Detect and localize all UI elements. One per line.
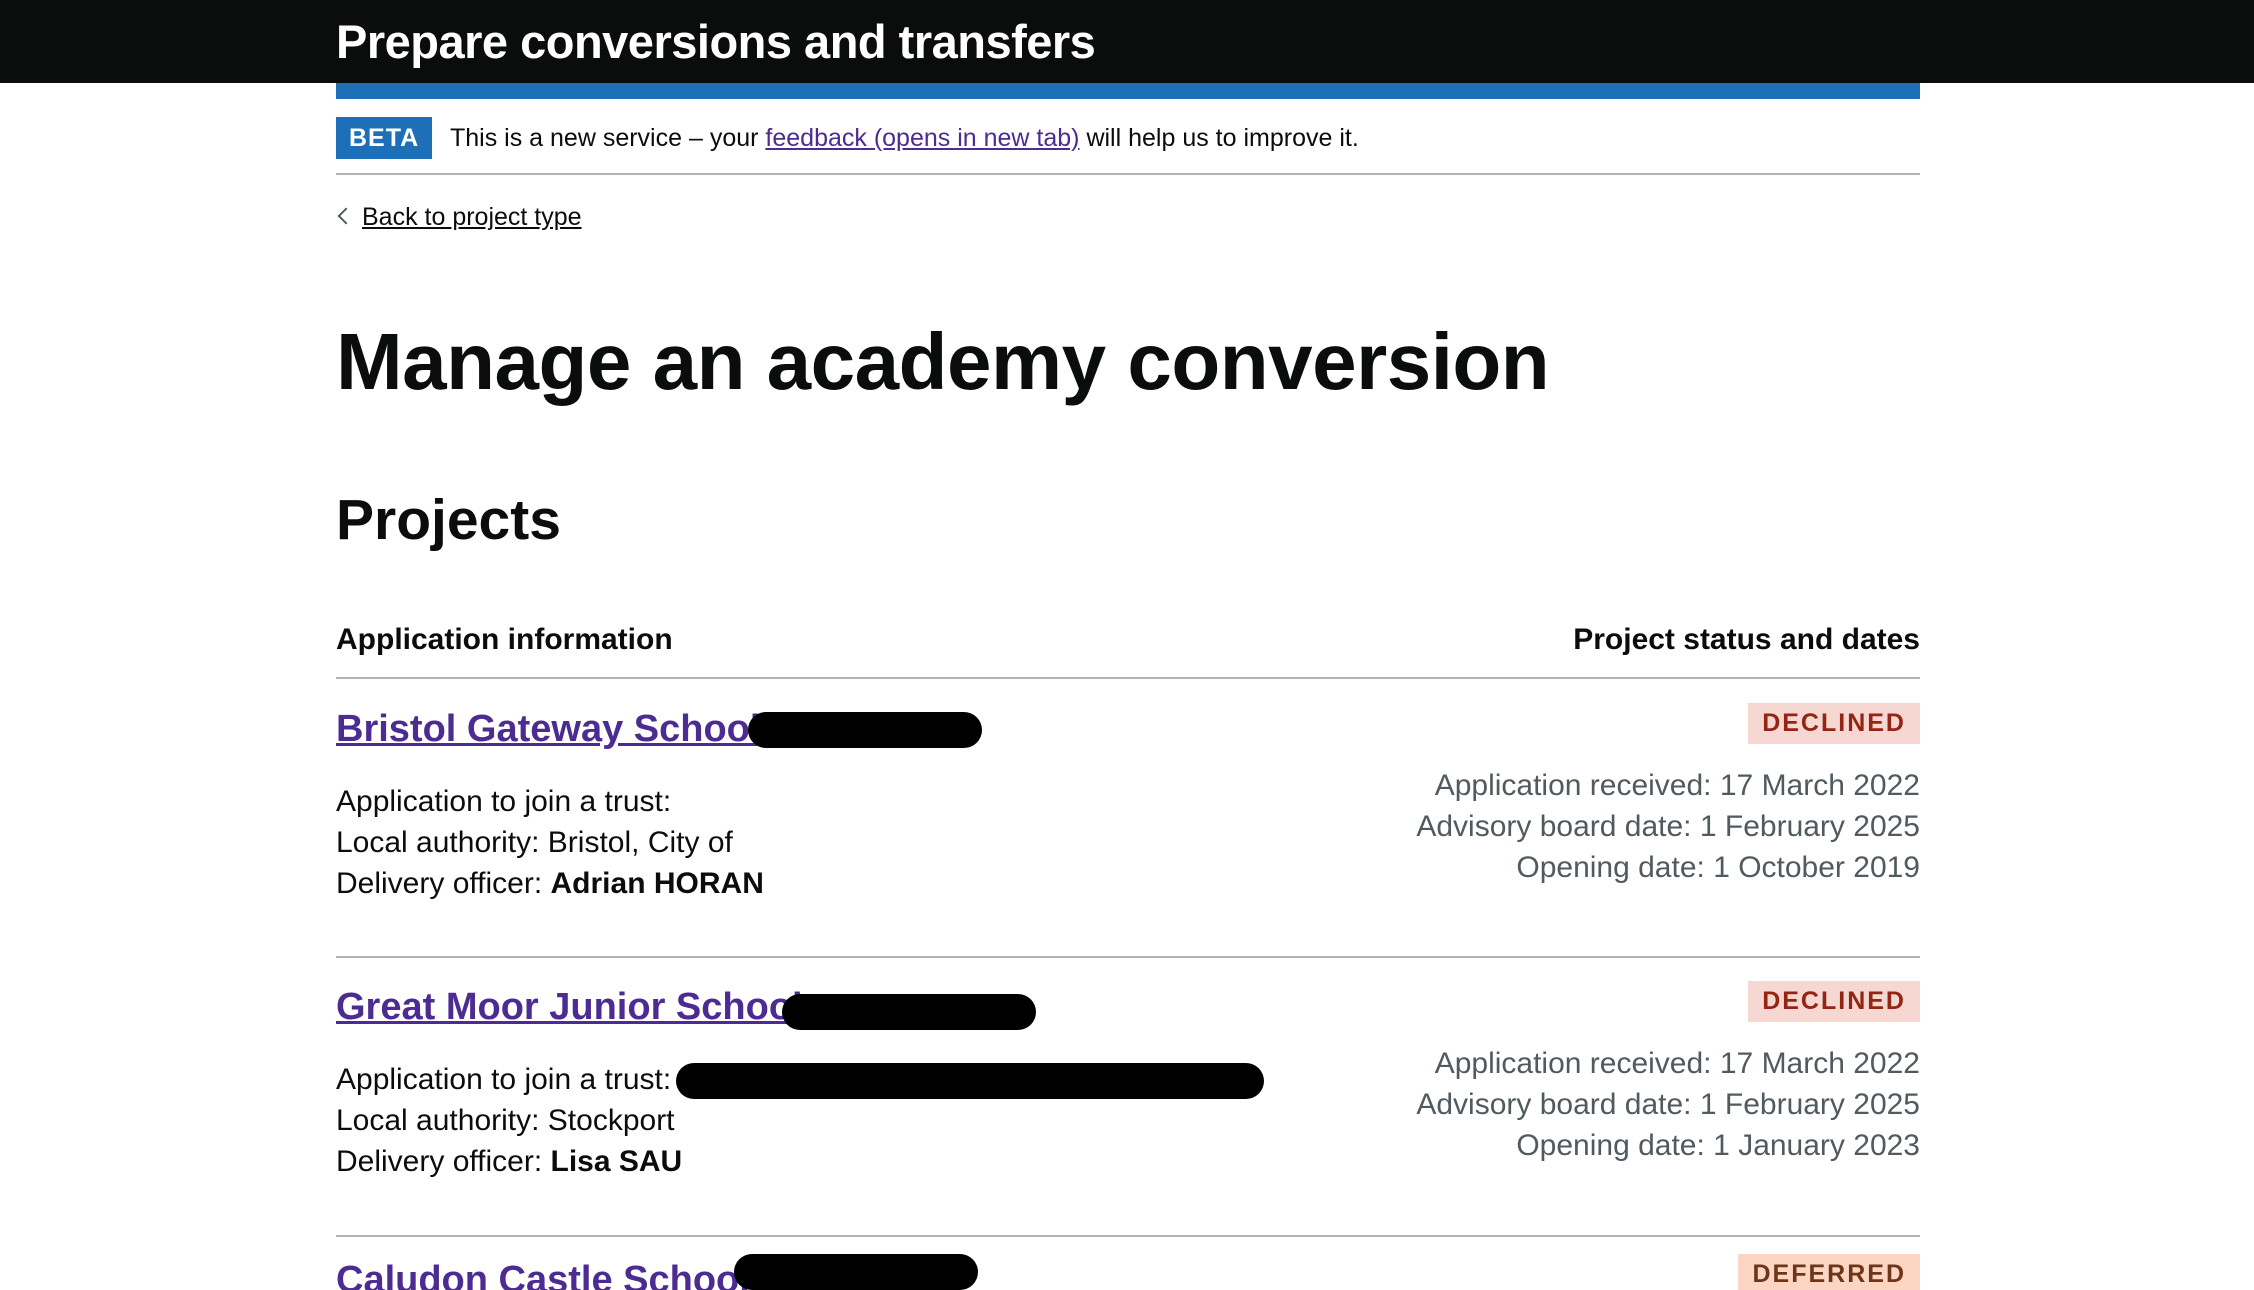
project-info: Application to join a trust: Local autho… <box>336 1059 682 1182</box>
phase-text-before: This is a new service – your <box>450 124 766 152</box>
delivery-officer-value: Lisa SAU <box>550 1145 683 1178</box>
service-name-link[interactable]: Prepare conversions and transfers <box>336 12 1096 72</box>
status-badge: DEFERRED <box>1738 1254 1920 1290</box>
local-authority-line: Local authority: Stockport <box>336 1100 682 1141</box>
redaction-mark <box>676 1063 1264 1099</box>
application-received-label: Application received: <box>1434 1047 1720 1080</box>
status-badge: DECLINED <box>1748 981 1920 1022</box>
advisory-board-date-label: Advisory board date: <box>1416 810 1700 843</box>
header-accent-bar <box>336 83 1920 99</box>
application-received-value: 17 March 2022 <box>1719 1047 1920 1080</box>
phase-text-after: will help us to improve it. <box>1079 124 1359 152</box>
advisory-board-date-label: Advisory board date: <box>1416 1088 1700 1121</box>
phase-banner-text: This is a new service – your feedback (o… <box>450 121 1359 155</box>
application-received-label: Application received: <box>1434 769 1720 802</box>
application-received-value: 17 March 2022 <box>1719 769 1920 802</box>
page-title: Manage an academy conversion <box>336 317 1550 406</box>
delivery-officer-label: Delivery officer: <box>336 1145 551 1178</box>
opening-date-label: Opening date: <box>1516 1129 1714 1162</box>
status-badge: DECLINED <box>1748 703 1920 744</box>
redaction-mark <box>734 1254 978 1290</box>
advisory-board-date-line: Advisory board date: 1 February 2025 <box>1416 1084 1920 1125</box>
local-authority-line: Local authority: Bristol, City of <box>336 822 764 863</box>
local-authority-label: Local authority: <box>336 826 548 859</box>
delivery-officer-line: Delivery officer: Adrian HORAN <box>336 863 764 904</box>
column-header-status: Project status and dates <box>1573 623 1920 656</box>
delivery-officer-label: Delivery officer: <box>336 867 551 900</box>
application-received-line: Application received: 17 March 2022 <box>1416 765 1920 806</box>
advisory-board-date-value: 1 February 2025 <box>1699 1088 1920 1121</box>
opening-date-value: 1 January 2023 <box>1713 1129 1920 1162</box>
project-info: Application to join a trust: Local autho… <box>336 781 764 904</box>
project-list-item: Great Moor Junior School Application to … <box>336 981 1920 1241</box>
local-authority-label: Local authority: <box>336 1104 548 1137</box>
opening-date-label: Opening date: <box>1516 851 1714 884</box>
column-header-application: Application information <box>336 623 673 656</box>
phase-banner: BETA This is a new service – your feedba… <box>336 115 1920 175</box>
advisory-board-date-line: Advisory board date: 1 February 2025 <box>1416 806 1920 847</box>
project-dates: Application received: 17 March 2022 Advi… <box>1416 1043 1920 1166</box>
opening-date-value: 1 October 2019 <box>1713 851 1920 884</box>
project-link[interactable]: Bristol Gateway School <box>336 703 760 755</box>
chevron-left-icon <box>337 207 355 225</box>
opening-date-line: Opening date: 1 October 2019 <box>1416 847 1920 888</box>
application-line: Application to join a trust: <box>336 785 672 818</box>
back-link[interactable]: Back to project type <box>336 200 582 234</box>
application-line: Application to join a trust: <box>336 1063 672 1096</box>
feedback-link[interactable]: feedback (opens in new tab) <box>765 124 1079 152</box>
divider <box>336 956 1920 958</box>
delivery-officer-value: Adrian HORAN <box>550 867 764 900</box>
divider <box>336 1235 1920 1237</box>
section-title: Projects <box>336 488 561 552</box>
application-received-line: Application received: 17 March 2022 <box>1416 1043 1920 1084</box>
delivery-officer-line: Delivery officer: Lisa SAU <box>336 1141 682 1182</box>
project-link[interactable]: Caludon Castle School <box>336 1254 750 1290</box>
project-link[interactable]: Great Moor Junior School <box>336 981 803 1033</box>
opening-date-line: Opening date: 1 January 2023 <box>1416 1125 1920 1166</box>
header: Prepare conversions and transfers <box>0 0 2254 83</box>
redaction-mark <box>748 712 982 748</box>
local-authority-value: Stockport <box>547 1104 675 1137</box>
beta-tag: BETA <box>336 117 433 159</box>
project-list-item: Caludon Castle School DEFERRED <box>336 1254 1920 1290</box>
project-dates: Application received: 17 March 2022 Advi… <box>1416 765 1920 888</box>
local-authority-value: Bristol, City of <box>547 826 733 859</box>
back-link-label: Back to project type <box>362 203 582 231</box>
project-list-item: Bristol Gateway School Application to jo… <box>336 703 1920 963</box>
redaction-mark <box>782 994 1036 1030</box>
divider <box>336 677 1920 679</box>
advisory-board-date-value: 1 February 2025 <box>1699 810 1920 843</box>
